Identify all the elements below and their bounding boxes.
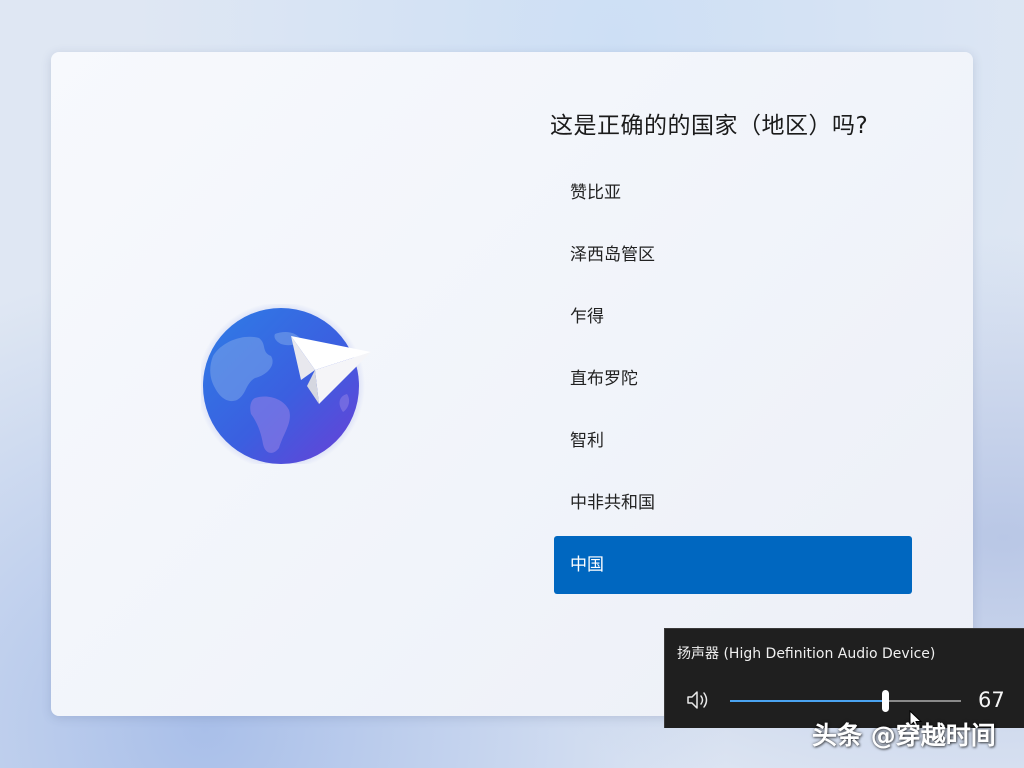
- watermark: 头条 @穿越时间: [812, 721, 996, 750]
- country-item-gibraltar[interactable]: 直布罗陀: [554, 350, 912, 408]
- volume-slider[interactable]: [730, 690, 961, 712]
- setup-card: 这是正确的的国家（地区）吗? 赞比亚 泽西岛管区 乍得 直布罗陀 智利 中非共和…: [51, 52, 973, 716]
- volume-slider-fill: [730, 700, 885, 702]
- volume-flyout: 扬声器 (High Definition Audio Device) 67: [664, 628, 1024, 728]
- country-item-chile[interactable]: 智利: [554, 412, 912, 470]
- country-list[interactable]: 赞比亚 泽西岛管区 乍得 直布罗陀 智利 中非共和国 中国: [554, 164, 912, 598]
- country-item-china-selected[interactable]: 中国: [554, 536, 912, 594]
- country-item-central-african-republic[interactable]: 中非共和国: [554, 474, 912, 532]
- speaker-icon[interactable]: [685, 688, 713, 712]
- country-item-chad[interactable]: 乍得: [554, 288, 912, 346]
- country-item-jersey[interactable]: 泽西岛管区: [554, 226, 912, 284]
- country-item-zambia[interactable]: 赞比亚: [554, 164, 912, 222]
- volume-slider-thumb[interactable]: [881, 690, 889, 712]
- audio-device-label: 扬声器 (High Definition Audio Device): [677, 646, 936, 662]
- page-title: 这是正确的的国家（地区）吗?: [550, 113, 869, 139]
- volume-value: 67: [978, 688, 1005, 712]
- globe-paper-plane-icon: [197, 302, 371, 470]
